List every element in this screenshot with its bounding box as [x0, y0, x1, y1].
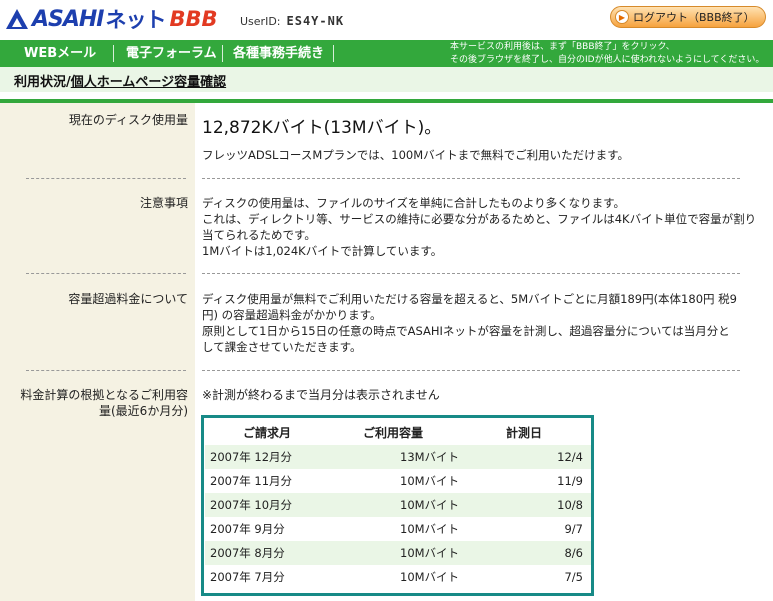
logo-bbb-text: BBB [169, 7, 218, 31]
breadcrumb-parent[interactable]: 利用状況/ [14, 75, 71, 90]
basis-note: ※計測が終わるまで当月分は表示されません [202, 388, 440, 402]
logo-asahi-text: ASAHI [32, 6, 104, 32]
row-usage: 10Mバイト [400, 474, 460, 488]
row-usage: 10Mバイト [400, 546, 460, 560]
row-month: 2007年 8月分 [210, 546, 285, 560]
row-month: 2007年 10月分 [210, 498, 293, 512]
basis-label: 料金計算の根拠となるご利用容 量(最近6か月分) [0, 387, 188, 419]
asahi-logo-icon [6, 9, 28, 29]
row-month: 2007年 9月分 [210, 522, 285, 536]
nav-separator [222, 45, 223, 62]
divider [26, 273, 186, 274]
table-header-month: ご請求月 [243, 426, 292, 440]
user-id-label: UserID: [240, 15, 281, 28]
table-header-usage: ご利用容量 [363, 426, 424, 440]
overage-line1: ディスク使用量が無料でご利用いただける容量を超えると、5Mバイトごとに月額189… [202, 292, 737, 306]
divider [26, 178, 186, 179]
nav-separator [333, 45, 334, 62]
table-row: 2007年 8月分 10Mバイト 8/6 [205, 541, 591, 565]
logout-label: ログアウト（BBB終了） [633, 11, 755, 24]
row-usage: 10Mバイト [400, 498, 460, 512]
nav-notice: 本サービスの利用後は、まず「BBB終了」をクリック、 その後ブラウザを終了し、自… [450, 41, 770, 67]
table-row: 2007年 10月分 10Mバイト 10/8 [205, 493, 591, 517]
divider [26, 370, 186, 371]
row-usage: 10Mバイト [400, 570, 460, 584]
disk-usage-label: 現在のディスク使用量 [68, 113, 188, 127]
caution-line3: 当てられるためです。 [202, 228, 316, 242]
row-usage: 13Mバイト [400, 450, 460, 464]
table-row: 2007年 12月分 13Mバイト 12/4 [205, 445, 591, 469]
table-row: 2007年 7月分 10Mバイト 7/5 [205, 565, 591, 589]
row-date: 10/8 [557, 498, 583, 512]
overage-line2: 円) の容量超過料金がかかります。 [202, 308, 382, 322]
row-usage: 10Mバイト [400, 522, 460, 536]
nav-notice-line1: 本サービスの利用後は、まず「BBB終了」をクリック、 [450, 42, 675, 52]
nav-procedures[interactable]: 各種事務手続き [233, 40, 324, 67]
table-header-date: 計測日 [506, 426, 543, 440]
basis-label-line1: 料金計算の根拠となるご利用容 [20, 388, 188, 402]
row-date: 9/7 [564, 522, 583, 536]
caution-label: 注意事項 [139, 196, 188, 210]
table-row: 2007年 11月分 10Mバイト 11/9 [205, 469, 591, 493]
overage-line4: して課金させていただきます。 [202, 340, 362, 354]
play-arrow-icon: ▶ [615, 10, 629, 24]
caution-line1: ディスクの使用量は、ファイルのサイズを単純に合計したものより多くなります。 [202, 196, 625, 210]
row-date: 12/4 [557, 450, 583, 464]
logo-net-text: ネット [105, 8, 167, 32]
breadcrumb: 利用状況/個人ホームページ容量確認 [14, 71, 226, 90]
asahi-net-logo[interactable]: ASAHI ネット BBB [6, 6, 218, 32]
row-date: 8/6 [564, 546, 583, 560]
nav-notice-line2: その後ブラウザを終了し、自分のIDが他人に使われないようにしてください。 [450, 55, 765, 65]
row-month: 2007年 11月分 [210, 474, 293, 488]
divider [202, 273, 740, 274]
nav-forum[interactable]: 電子フォーラム [126, 40, 217, 67]
row-month: 2007年 7月分 [210, 570, 285, 584]
overage-line3: 原則として1日から15日の任意の時点でASAHIネットが容量を計測し、超過容量分… [202, 324, 730, 338]
nav-separator [113, 45, 114, 62]
row-month: 2007年 12月分 [210, 450, 293, 464]
divider [202, 370, 740, 371]
nav-webmail[interactable]: WEBメール [24, 40, 96, 67]
disk-usage-value: 12,872Kバイト(13Mバイト)。 [202, 118, 442, 138]
overage-label: 容量超過料金について [68, 292, 188, 306]
row-date: 7/5 [564, 570, 583, 584]
disk-usage-note: フレッツADSLコースMプランでは、100Mバイトまで無料でご利用いただけます。 [202, 148, 629, 162]
user-id-value: ES4Y-NK [286, 14, 345, 28]
row-date: 11/9 [557, 474, 583, 488]
logout-button[interactable]: ▶ ログアウト（BBB終了） [610, 6, 766, 28]
caution-line2: これは、ディレクトリ等、サービスの維持に必要な分があるためと、ファイルは4Kバイ… [202, 212, 757, 226]
table-row: 2007年 9月分 10Mバイト 9/7 [205, 517, 591, 541]
breadcrumb-current[interactable]: 個人ホームページ容量確認 [71, 75, 226, 90]
caution-line4: 1Mバイトは1,024Kバイトで計算しています。 [202, 244, 443, 258]
divider [202, 178, 740, 179]
user-id: UserID: ES4Y-NK [240, 14, 344, 28]
basis-label-line2: 量(最近6か月分) [99, 404, 188, 418]
